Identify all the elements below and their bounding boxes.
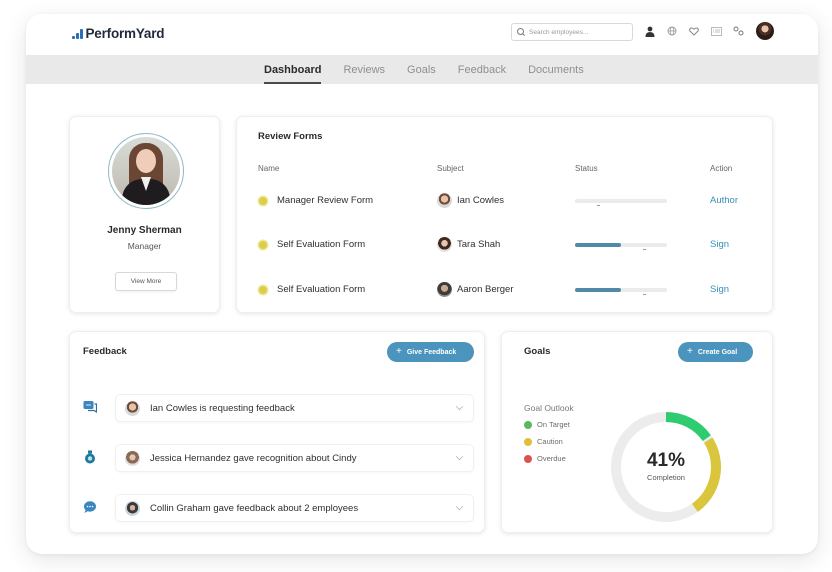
completion-label: Completion — [647, 473, 685, 482]
feedback-text: Ian Cowles is requesting feedback — [150, 403, 295, 414]
legend-label: On Target — [537, 420, 570, 429]
subject-name: Ian Cowles — [457, 195, 504, 206]
legend-label: Caution — [537, 437, 563, 446]
globe-icon[interactable] — [666, 25, 678, 37]
progress-fill — [575, 243, 621, 247]
progress-bar — [575, 199, 667, 206]
legend-dot — [524, 454, 532, 463]
tab-feedback[interactable]: Feedback — [458, 55, 506, 84]
feedback-title: Feedback — [83, 346, 127, 357]
tab-reviews[interactable]: Reviews — [343, 55, 385, 84]
column-header-status: Status — [575, 164, 598, 173]
tab-dashboard[interactable]: Dashboard — [264, 55, 322, 84]
give-feedback-label: Give Feedback — [406, 348, 457, 356]
table-row: Self Evaluation Form Tara Shah Sign — [237, 235, 772, 255]
progress-fill — [575, 288, 621, 292]
avatar — [437, 237, 452, 252]
form-name[interactable]: Manager Review Form — [277, 195, 373, 206]
avatar — [125, 451, 140, 466]
avatar — [125, 401, 140, 416]
person-icon[interactable] — [644, 25, 656, 37]
nav-tabs: Dashboard Reviews Goals Feedback Documen… — [264, 55, 584, 84]
legend-dot — [524, 420, 532, 429]
create-goal-label: Create Goal — [697, 348, 738, 356]
avatar — [437, 193, 452, 208]
status-dot — [259, 241, 267, 249]
user-avatar[interactable] — [756, 22, 774, 40]
settings-icon[interactable] — [732, 25, 744, 37]
feedback-item[interactable]: Jessica Hernandez gave recognition about… — [115, 444, 474, 472]
progress-bar — [575, 243, 667, 250]
create-goal-button[interactable]: + Create Goal — [678, 342, 753, 362]
legend-label: Overdue — [537, 454, 566, 463]
logo-bars-icon — [72, 28, 83, 39]
profile-name: Jenny Sherman — [107, 225, 182, 236]
chevron-down-icon[interactable] — [455, 402, 464, 411]
subject-name: Tara Shah — [457, 239, 501, 250]
progress-bar — [575, 288, 667, 295]
top-bar: PerformYard — [26, 14, 818, 55]
feedback-text: Collin Graham gave feedback about 2 empl… — [150, 503, 359, 514]
list-icon[interactable] — [710, 25, 722, 37]
sign-link[interactable]: Sign — [710, 239, 729, 250]
review-forms-title: Review Forms — [258, 131, 323, 142]
header-icons — [644, 25, 744, 37]
donut-segment-on-target — [665, 412, 711, 442]
completion-percent: 41% — [646, 450, 686, 471]
tab-documents[interactable]: Documents — [528, 55, 584, 84]
column-header-subject: Subject — [437, 164, 464, 173]
recognition-badge-icon — [83, 450, 97, 464]
column-header-name: Name — [258, 164, 280, 173]
feedback-item[interactable]: Collin Graham gave feedback about 2 empl… — [115, 494, 474, 522]
profile-photo — [108, 133, 184, 209]
profile-card: Jenny Sherman Manager View More — [69, 116, 220, 313]
author-link[interactable]: Author — [710, 195, 738, 206]
chat-bubbles-icon — [83, 400, 98, 414]
status-dot — [259, 197, 267, 205]
table-row: Manager Review Form Ian Cowles Author — [237, 191, 772, 211]
tab-goals[interactable]: Goals — [407, 55, 436, 84]
chevron-down-icon[interactable] — [455, 502, 464, 511]
search-box[interactable] — [511, 23, 633, 41]
legend-on-target: On Target — [524, 420, 570, 429]
give-feedback-button[interactable]: + Give Feedback — [387, 342, 474, 362]
plus-icon: + — [396, 346, 402, 357]
status-dot — [259, 286, 267, 294]
app-window: PerformYard Dashbo — [26, 14, 818, 554]
message-dots-icon — [83, 500, 97, 514]
legend-caution: Caution — [524, 437, 563, 446]
feedback-item[interactable]: Ian Cowles is requesting feedback — [115, 394, 474, 422]
legend-dot — [524, 437, 532, 446]
avatar — [437, 282, 452, 297]
sign-link[interactable]: Sign — [710, 284, 729, 295]
profile-role: Manager — [127, 241, 162, 251]
subject-name: Aaron Berger — [457, 284, 514, 295]
logo[interactable]: PerformYard — [72, 26, 165, 41]
table-row: Self Evaluation Form Aaron Berger Sign — [237, 280, 772, 300]
review-forms-card: Review Forms Name Subject Status Action … — [236, 116, 773, 313]
brand-name: PerformYard — [85, 26, 165, 41]
heart-icon[interactable] — [688, 25, 700, 37]
goals-card: Goals + Create Goal Goal Outlook On Targ… — [501, 331, 773, 533]
legend-overdue: Overdue — [524, 454, 566, 463]
nav-bar: Dashboard Reviews Goals Feedback Documen… — [26, 55, 818, 84]
search-icon — [517, 28, 525, 36]
feedback-card: Feedback + Give Feedback Ian Cowles is r… — [69, 331, 485, 533]
goal-outlook-title: Goal Outlook — [524, 403, 574, 413]
column-header-action: Action — [710, 164, 733, 173]
feedback-text: Jessica Hernandez gave recognition about… — [150, 453, 357, 464]
plus-icon: + — [687, 346, 693, 357]
search-input[interactable] — [529, 28, 629, 36]
chevron-down-icon[interactable] — [455, 452, 464, 461]
view-more-button[interactable]: View More — [115, 272, 177, 291]
form-name[interactable]: Self Evaluation Form — [277, 284, 365, 295]
avatar — [125, 501, 140, 516]
form-name[interactable]: Self Evaluation Form — [277, 239, 365, 250]
goals-title: Goals — [524, 346, 551, 357]
